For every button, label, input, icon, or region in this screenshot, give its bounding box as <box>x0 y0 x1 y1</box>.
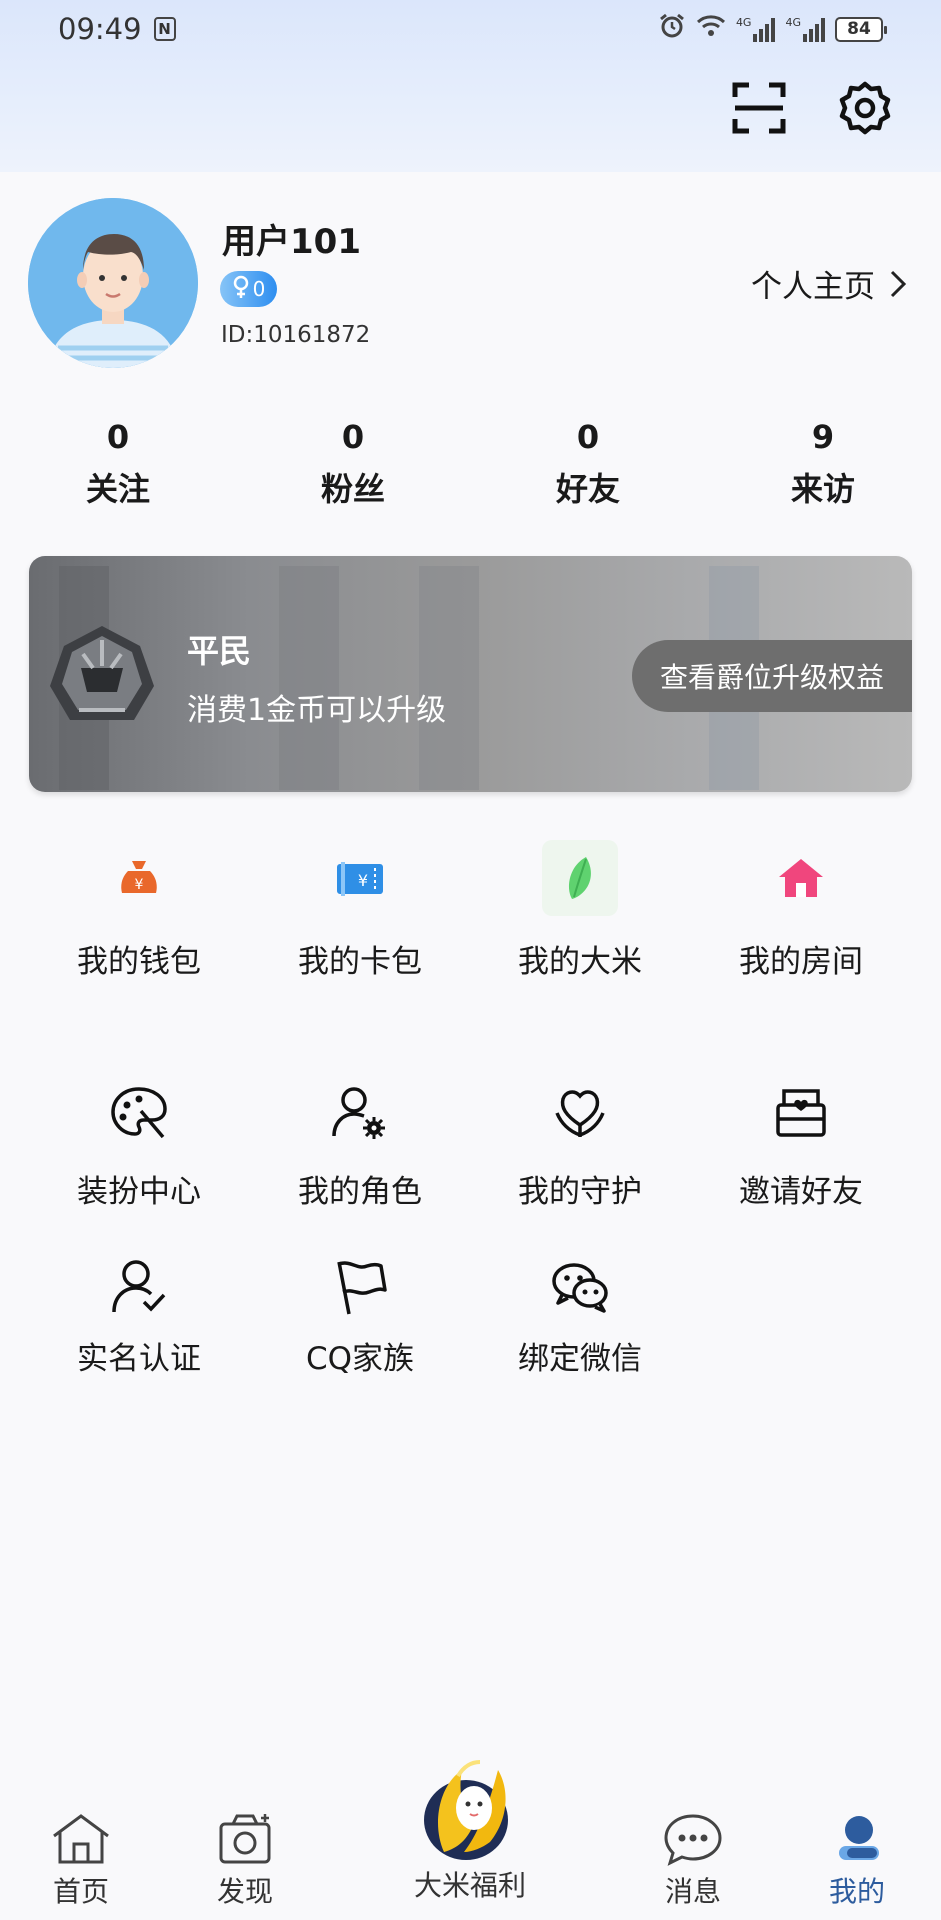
gender-level-value: 0 <box>252 277 266 301</box>
menu-bind-wechat[interactable]: 绑定微信 <box>490 1255 670 1378</box>
stats-row: 0 关注 0 粉丝 0 好友 9 来访 <box>0 418 941 518</box>
rice-icon <box>542 840 618 916</box>
menu-my-role[interactable]: 我的角色 <box>270 1078 450 1211</box>
stat-value: 0 <box>576 418 600 456</box>
alarm-icon <box>658 12 686 47</box>
rank-card[interactable]: 平民 消费1金币可以升级 查看爵位升级权益 <box>29 556 912 792</box>
signal-icon-2: 4G <box>785 16 825 42</box>
homepage-label: 个人主页 <box>751 269 875 305</box>
scan-button[interactable] <box>729 78 789 138</box>
menu-card-pack[interactable]: ¥ 我的卡包 <box>270 840 450 981</box>
rank-title: 平民 <box>187 632 252 670</box>
nav-messages[interactable]: 消息 <box>623 1812 763 1910</box>
wifi-icon <box>696 12 726 46</box>
stat-label: 来访 <box>790 470 855 508</box>
card-stripe <box>279 566 339 790</box>
stat-value: 9 <box>811 418 835 456</box>
menu-label: CQ家族 <box>305 1341 415 1377</box>
svg-text:¥: ¥ <box>135 877 144 893</box>
homepage-link[interactable]: 个人主页 <box>751 261 907 306</box>
gear-icon <box>839 81 891 135</box>
nav-rice-welfare[interactable]: 大米福利 <box>400 1756 540 1904</box>
stat-friends[interactable]: 0 好友 <box>508 418 668 510</box>
nav-label: 我的 <box>828 1875 885 1908</box>
menu-rice[interactable]: 我的大米 <box>490 840 670 981</box>
menu-cq-family[interactable]: CQ家族 <box>270 1255 450 1378</box>
stat-value: 0 <box>106 418 130 456</box>
wechat-icon <box>542 1255 618 1319</box>
username: 用户101 <box>222 222 361 262</box>
female-icon <box>232 275 250 304</box>
nfc-icon: N <box>153 17 176 41</box>
scan-icon <box>732 82 786 134</box>
top-actions <box>729 78 895 138</box>
menu-wallet[interactable]: ¥ 我的钱包 <box>49 840 229 981</box>
menu-dressup-center[interactable]: 装扮中心 <box>49 1078 229 1211</box>
home-icon <box>53 1814 109 1864</box>
settings-button[interactable] <box>835 78 895 138</box>
menu-label: 我的房间 <box>739 944 863 980</box>
menu-real-name-verify[interactable]: 实名认证 <box>49 1255 229 1378</box>
chevron-right-icon <box>890 270 907 297</box>
svg-text:¥: ¥ <box>358 871 368 890</box>
stat-fans[interactable]: 0 粉丝 <box>273 418 433 510</box>
stat-visitors[interactable]: 9 来访 <box>743 418 903 510</box>
nav-label: 大米福利 <box>413 1869 526 1902</box>
card-icon: ¥ <box>322 840 398 916</box>
nav-mine[interactable]: 我的 <box>787 1812 927 1910</box>
bottom-nav: 首页 发现 大米福利 消息 我的 <box>0 1760 941 1920</box>
user-settings-icon <box>322 1078 398 1148</box>
stat-label: 粉丝 <box>320 470 385 508</box>
stat-following[interactable]: 0 关注 <box>38 418 198 510</box>
menu-label: 我的卡包 <box>298 944 422 980</box>
user-id: ID:10161872 <box>221 322 371 348</box>
nav-discover[interactable]: 发现 <box>175 1812 315 1910</box>
menu-label: 绑定微信 <box>518 1341 642 1377</box>
rank-description: 消费1金币可以升级 <box>187 693 447 728</box>
battery-icon: 84 <box>835 16 887 42</box>
menu-invite-friends[interactable]: 邀请好友 <box>711 1078 891 1211</box>
menu-label: 我的钱包 <box>77 944 201 980</box>
rank-emblem-icon <box>43 618 161 736</box>
card-stripe <box>419 566 479 790</box>
menu-my-guard[interactable]: 我的守护 <box>490 1078 670 1211</box>
menu-label: 实名认证 <box>77 1341 201 1377</box>
wallet-icon: ¥ <box>101 840 177 916</box>
flag-icon <box>322 1255 398 1319</box>
nav-label: 首页 <box>52 1875 109 1908</box>
avatar[interactable] <box>28 198 198 368</box>
room-icon <box>763 840 839 916</box>
palette-icon <box>101 1078 177 1148</box>
stat-label: 关注 <box>85 470 150 508</box>
invite-envelope-icon <box>763 1078 839 1148</box>
menu-room[interactable]: 我的房间 <box>711 840 891 981</box>
status-bar: 09:49 N 4G 4G 84 <box>0 0 941 58</box>
rice-mascot-icon <box>424 1760 508 1860</box>
guard-heart-icon <box>542 1078 618 1148</box>
message-bubble-icon <box>664 1814 722 1866</box>
menu-label: 我的角色 <box>298 1174 422 1210</box>
menu-label: 邀请好友 <box>739 1174 863 1210</box>
gender-level-badge: 0 <box>220 271 277 307</box>
stat-value: 0 <box>341 418 365 456</box>
menu-label: 我的大米 <box>518 944 642 980</box>
profile-icon <box>839 1816 879 1860</box>
nav-label: 消息 <box>664 1875 721 1908</box>
signal-icon-1: 4G <box>736 16 776 42</box>
verify-user-icon <box>101 1255 177 1319</box>
status-time: 09:49 <box>58 12 142 46</box>
camera-icon <box>219 1814 271 1864</box>
menu-label: 我的守护 <box>518 1174 642 1210</box>
menu-label: 装扮中心 <box>77 1174 201 1210</box>
nav-home[interactable]: 首页 <box>11 1812 151 1910</box>
rank-benefits-button[interactable]: 查看爵位升级权益 <box>631 640 912 712</box>
stat-label: 好友 <box>555 470 620 508</box>
nav-label: 发现 <box>216 1875 273 1908</box>
